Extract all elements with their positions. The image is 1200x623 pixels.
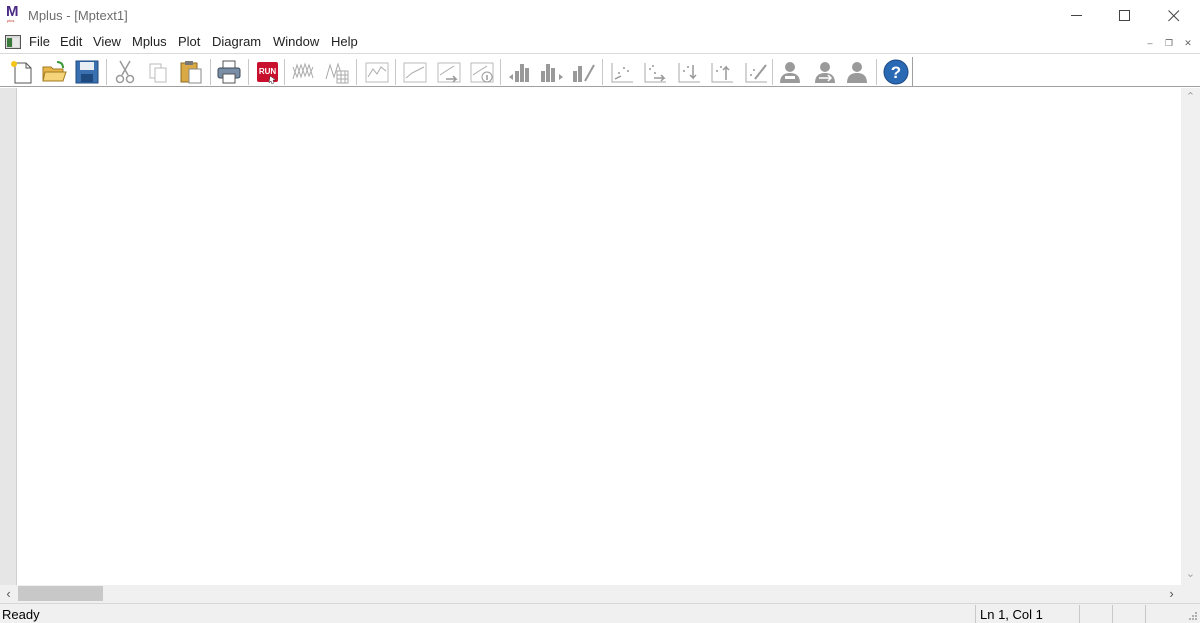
person-icon <box>815 62 835 83</box>
help-button[interactable]: ? <box>881 57 909 85</box>
line-plot-icon <box>292 62 314 80</box>
scissors-icon <box>115 60 135 84</box>
line-chart-icon <box>365 62 389 83</box>
bar-chart-right-button[interactable] <box>537 57 565 85</box>
menu-window[interactable]: Window <box>272 34 320 49</box>
close-icon <box>1168 10 1180 22</box>
toolbar: RUN ? <box>0 53 1200 87</box>
save-button[interactable] <box>72 57 100 85</box>
line-plot-grid-icon <box>325 62 349 84</box>
child-close-button[interactable]: ✕ <box>1181 37 1195 49</box>
new-document-button[interactable] <box>7 57 35 85</box>
status-ready: Ready <box>2 607 40 622</box>
bar-chart-edit-button[interactable] <box>569 57 597 85</box>
horizontal-scroll-thumb[interactable] <box>18 586 103 601</box>
scatter-edit-icon <box>745 63 767 83</box>
document-system-icon[interactable] <box>5 35 21 49</box>
run-icon: RUN <box>257 62 278 85</box>
minimize-icon <box>1071 15 1082 16</box>
save-icon <box>75 60 99 84</box>
bar-chart-left-button[interactable] <box>505 57 533 85</box>
open-folder-button[interactable] <box>39 57 67 85</box>
minimize-button[interactable] <box>1053 0 1101 32</box>
scatter-plot-icon <box>644 63 666 83</box>
menu-mplus[interactable]: Mplus <box>131 34 168 49</box>
printer-icon <box>217 60 241 84</box>
line-chart-icon <box>403 62 427 83</box>
editor-margin <box>0 88 17 585</box>
menu-file[interactable]: File <box>28 34 51 49</box>
scatter-down-button[interactable] <box>674 57 702 85</box>
resize-grip-icon[interactable] <box>1188 611 1198 621</box>
bar-chart-icon <box>509 64 529 82</box>
menu-view[interactable]: View <box>92 34 122 49</box>
plot-line-info-button[interactable] <box>467 57 495 85</box>
person-arrows-button[interactable] <box>810 57 838 85</box>
svg-text:?: ? <box>891 63 901 82</box>
plot-series-grid-button[interactable] <box>322 57 350 85</box>
scatter-plot-icon <box>611 63 633 83</box>
person-icon <box>780 62 800 83</box>
help-icon: ? <box>883 59 909 85</box>
maximize-button[interactable] <box>1101 0 1149 32</box>
bar-chart-edit-icon <box>573 64 595 82</box>
scroll-right-icon[interactable]: › <box>1163 585 1180 603</box>
menu-help[interactable]: Help <box>330 34 359 49</box>
vertical-scrollbar[interactable]: ⌃ ⌄ <box>1181 88 1200 585</box>
cursor-position: Ln 1, Col 1 <box>980 607 1043 622</box>
menu-edit[interactable]: Edit <box>59 34 83 49</box>
line-chart-info-icon <box>470 62 494 83</box>
window-title: Mplus - [Mptext1] <box>28 8 128 23</box>
mplus-logo-icon: M plus <box>6 3 19 23</box>
horizontal-scrollbar[interactable]: ‹ › <box>0 585 1200 603</box>
run-button[interactable]: RUN <box>253 57 281 85</box>
line-chart-arrow-icon <box>437 62 461 83</box>
close-button[interactable] <box>1150 0 1198 32</box>
bar-chart-icon <box>541 64 563 82</box>
scroll-left-icon[interactable]: ‹ <box>0 585 17 603</box>
title-bar: M plus Mplus - [Mptext1] <box>0 0 1200 32</box>
copy-icon <box>149 63 167 83</box>
plot-line-arrow-button[interactable] <box>434 57 462 85</box>
scatter-edit-button[interactable] <box>741 57 769 85</box>
menu-diagram[interactable]: Diagram <box>211 34 262 49</box>
plot-series-button[interactable] <box>289 57 317 85</box>
person-button[interactable] <box>842 57 870 85</box>
scatter-left-button[interactable] <box>607 57 635 85</box>
open-folder-icon <box>42 61 67 82</box>
plot-line-2-button[interactable] <box>400 57 428 85</box>
scatter-plot-icon <box>711 63 733 83</box>
scatter-right-button[interactable] <box>640 57 668 85</box>
text-editor[interactable] <box>17 88 1181 585</box>
plot-line-button[interactable] <box>362 57 390 85</box>
menu-plot[interactable]: Plot <box>177 34 201 49</box>
scatter-plot-icon <box>678 63 700 83</box>
new-document-icon <box>11 61 32 84</box>
child-minimize-button[interactable]: – <box>1143 37 1157 49</box>
person-icon <box>847 62 867 83</box>
svg-text:RUN: RUN <box>259 67 277 76</box>
person-remove-button[interactable] <box>775 57 803 85</box>
scatter-up-button[interactable] <box>707 57 735 85</box>
scroll-down-icon[interactable]: ⌄ <box>1181 566 1200 583</box>
print-button[interactable] <box>214 57 242 85</box>
scroll-up-icon[interactable]: ⌃ <box>1181 89 1200 106</box>
status-bar: Ready Ln 1, Col 1 <box>0 603 1200 623</box>
child-restore-button[interactable]: ❐ <box>1162 37 1176 49</box>
paste-button[interactable] <box>176 57 204 85</box>
menu-bar: File Edit View Mplus Plot Diagram Window… <box>0 32 1200 53</box>
paste-icon <box>180 61 202 84</box>
copy-button[interactable] <box>143 57 171 85</box>
maximize-icon <box>1119 10 1130 21</box>
cut-button[interactable] <box>110 57 138 85</box>
